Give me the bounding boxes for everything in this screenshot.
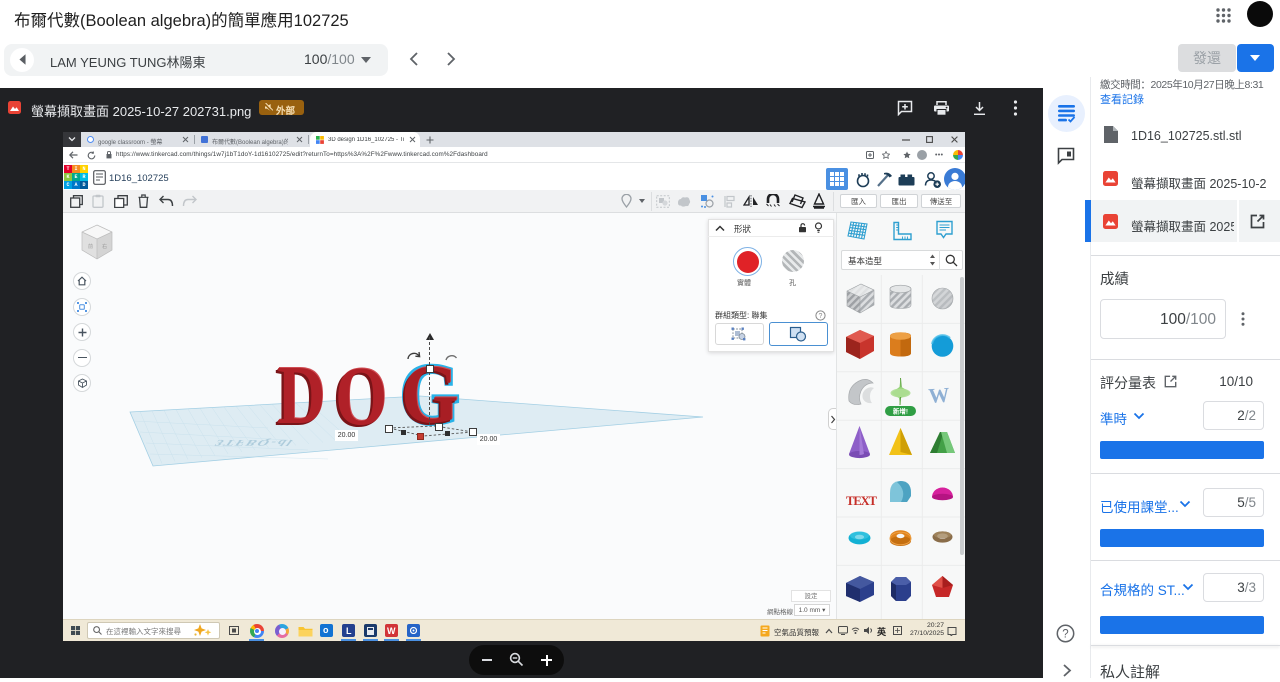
svg-text:右: 右 [102,243,107,250]
svg-text:TEXT: TEXT [846,494,877,508]
svg-text:W: W [928,383,951,408]
svg-text:?: ? [1062,629,1068,641]
svg-text:?: ? [819,313,823,320]
svg-text:前: 前 [88,243,93,250]
svg-text:新增!: 新增! [893,407,908,416]
